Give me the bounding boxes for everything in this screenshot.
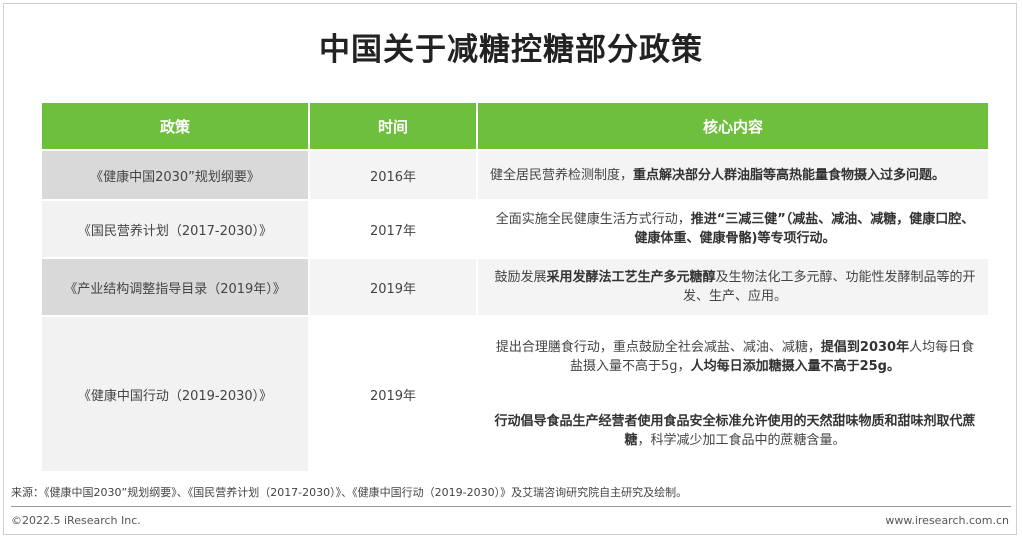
policy-name: 《健康中国行动（2019-2030）》 — [42, 317, 308, 471]
content-paragraph: 提出合理膳食行动，重点鼓励全社会减盐、减油、减糖，提倡到2030年人均每日食盐摄… — [490, 338, 980, 376]
website-text: www.iresearch.com.cn — [885, 514, 1009, 527]
policy-content: 全面实施全民健康生活方式行动，推进“三减三健”（减盐、减油、减糖，健康口腔、健康… — [478, 201, 988, 257]
content-text: ，科学减少加工食品中的蔗糖含量。 — [637, 433, 846, 448]
content-text: 及生物法化工多元醇、功能性发酵制品等的开发、生产、应用。 — [682, 270, 976, 304]
policy-content: 鼓励发展采用发酵法工艺生产多元糖醇及生物法化工多元醇、功能性发酵制品等的开发、生… — [478, 259, 988, 315]
source-note: 来源：《健康中国2030”规划纲要》、《国民营养计划（2017-2030）》、《… — [11, 486, 688, 499]
page-title: 中国关于减糖控糖部分政策 — [319, 32, 703, 68]
copyright-text: ©2022.5 iResearch Inc. — [11, 514, 141, 527]
policy-content: 健全居民营养检测制度，重点解决部分人群油脂等高热能量食物摄入过多问题。 — [478, 151, 988, 199]
content-text-bold: 等专项行动。 — [757, 231, 836, 246]
footer-divider — [11, 506, 1011, 507]
header-time: 时间 — [310, 103, 476, 149]
table-header-row: 政策 时间 核心内容 — [42, 103, 988, 149]
policy-name: 《健康中国2030”规划纲要》 — [42, 151, 308, 199]
table-row: 《国民营养计划（2017-2030）》 2017年 全面实施全民健康生活方式行动… — [42, 201, 988, 257]
content-text: 提出合理膳食行动，重点鼓励全社会减盐、减油、减糖， — [495, 340, 821, 355]
policy-year: 2016年 — [310, 151, 476, 199]
table-row: 《健康中国2030”规划纲要》 2016年 健全居民营养检测制度，重点解决部分人… — [42, 151, 988, 199]
policy-year: 2019年 — [310, 259, 476, 315]
content-paragraph: 行动倡导食品生产经营者使用食品安全标准允许使用的天然甜味物质和甜味剂取代蔗糖，科… — [490, 412, 980, 450]
policy-name: 《产业结构调整指导目录（2019年）》 — [42, 259, 308, 315]
policy-table: 政策 时间 核心内容 《健康中国2030”规划纲要》 2016年 健全居民营养检… — [40, 101, 990, 473]
content-text-bold: 提倡到2030年 — [820, 340, 910, 355]
table-row: 《产业结构调整指导目录（2019年）》 2019年 鼓励发展采用发酵法工艺生产多… — [42, 259, 988, 315]
policy-name: 《国民营养计划（2017-2030）》 — [42, 201, 308, 257]
content-text-bold: 重点解决部分人群油脂等高热能量食物摄入过多问题。 — [633, 167, 946, 183]
content-text: 全面实施全民健康生活方式行动， — [495, 212, 691, 227]
table-row: 《健康中国行动（2019-2030）》 2019年 提出合理膳食行动，重点鼓励全… — [42, 317, 988, 471]
policy-year: 2017年 — [310, 201, 476, 257]
policy-year: 2019年 — [310, 317, 476, 471]
content-text-bold: 采用发酵法工艺生产多元糖醇 — [546, 270, 716, 285]
content-text: 健全居民营养检测制度， — [490, 167, 634, 183]
header-policy: 政策 — [42, 103, 308, 149]
header-content: 核心内容 — [478, 103, 988, 149]
policy-content: 提出合理膳食行动，重点鼓励全社会减盐、减油、减糖，提倡到2030年人均每日食盐摄… — [478, 317, 988, 471]
content-text: 鼓励发展 — [494, 270, 547, 285]
content-text-bold: 人均每日添加糖摄入量不高于25g。 — [690, 359, 900, 374]
